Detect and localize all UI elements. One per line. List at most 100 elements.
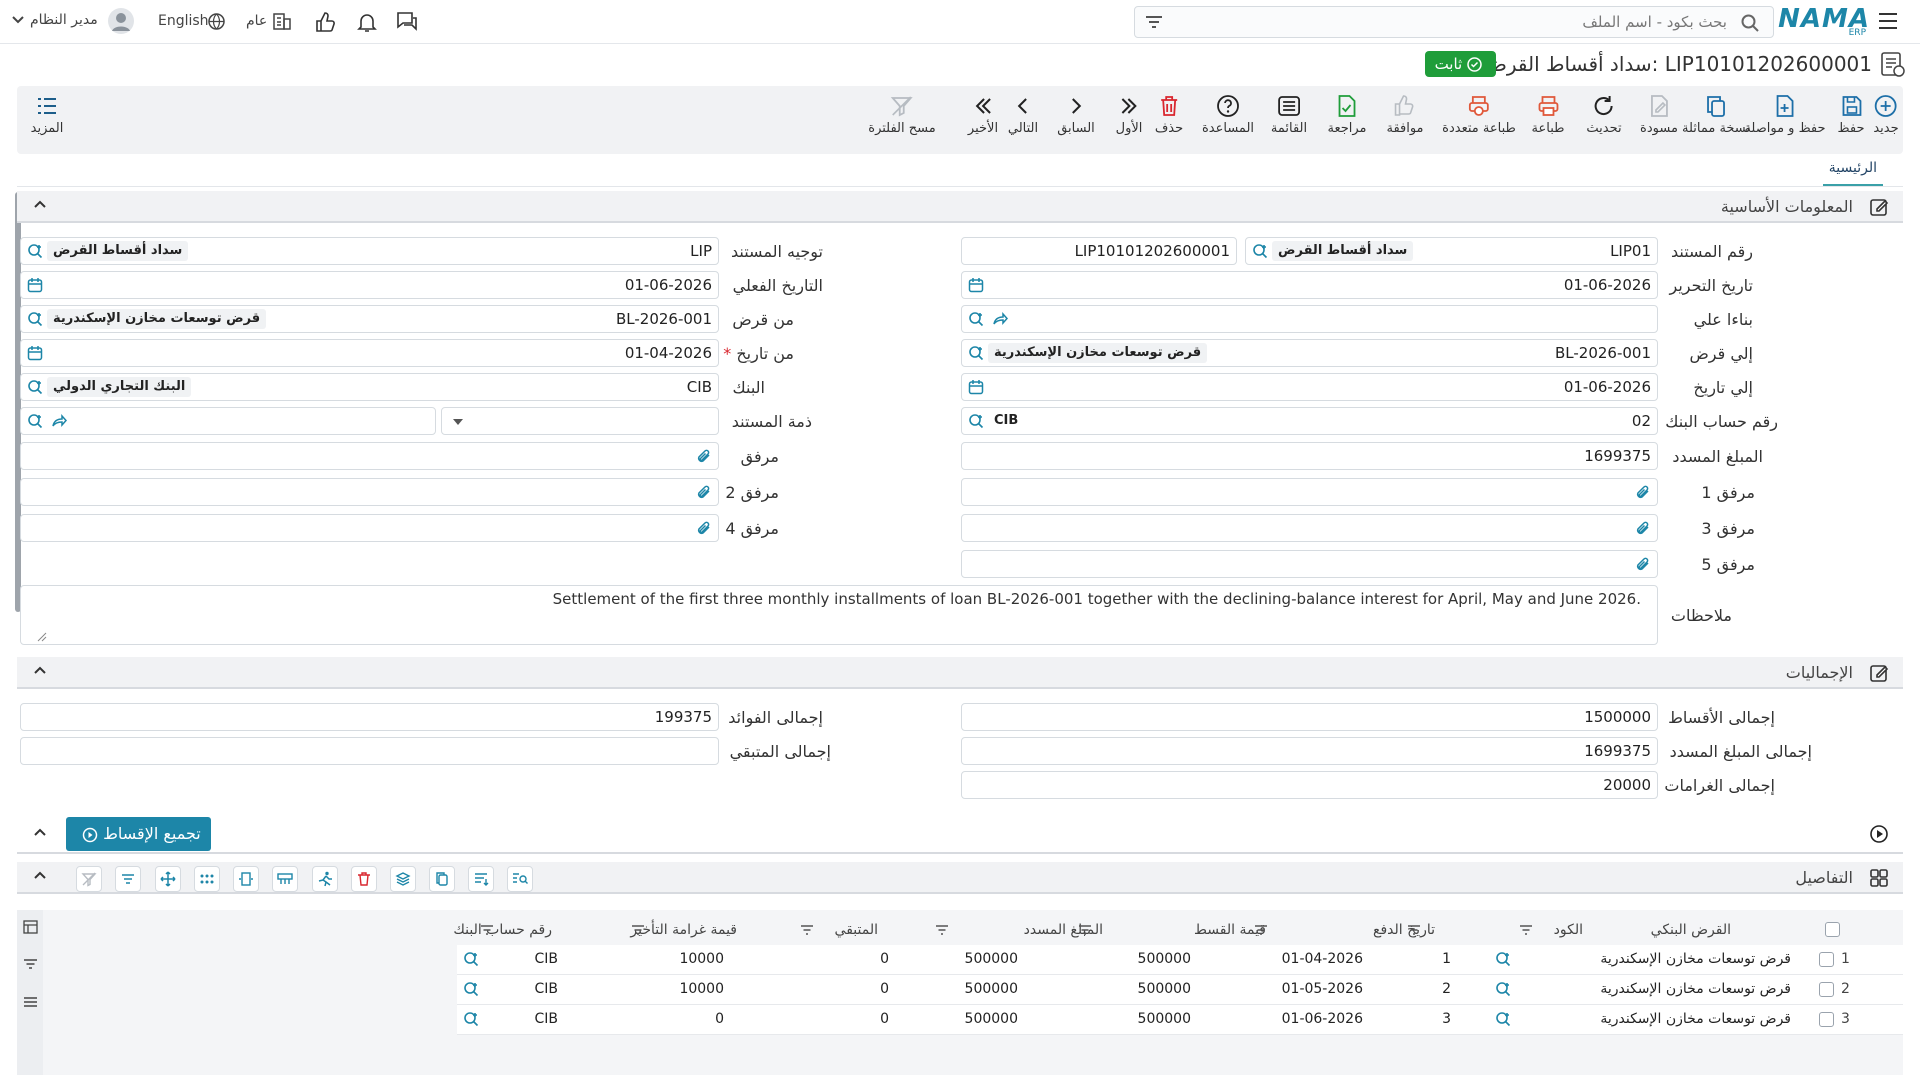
doc-liability-select[interactable]: [441, 407, 719, 435]
actual-date-field[interactable]: 01-06-2026: [20, 271, 719, 299]
new-button[interactable]: جديد: [1873, 94, 1899, 136]
from-date-field[interactable]: 01-04-2026: [20, 339, 719, 367]
approve-button[interactable]: موافقة: [1386, 94, 1424, 136]
thumbs-up-icon[interactable]: [314, 11, 336, 33]
lookup-icon[interactable]: [968, 311, 984, 327]
calendar-icon[interactable]: [968, 379, 984, 395]
help-button[interactable]: المساعدة: [1202, 94, 1254, 136]
paperclip-icon[interactable]: [1635, 520, 1651, 536]
direction-field[interactable]: LIP سداد أقساط القرض: [20, 237, 719, 265]
search-icon[interactable]: [1741, 14, 1759, 32]
resize-handle-icon[interactable]: [37, 632, 47, 642]
user-menu[interactable]: مدير النظام: [12, 8, 134, 36]
share-icon[interactable]: [992, 311, 1008, 327]
filter-icon[interactable]: [115, 866, 141, 892]
account-field[interactable]: 02 CIB: [961, 407, 1658, 435]
chevron-up-icon[interactable]: [33, 826, 47, 838]
attach1-field[interactable]: [961, 478, 1658, 506]
next-button[interactable]: التالي: [1008, 94, 1038, 136]
paid-field[interactable]: 1699375: [961, 442, 1658, 470]
penalties-total-field[interactable]: 20000: [961, 771, 1658, 799]
duplicate-button[interactable]: نسخة مماثلة: [1682, 94, 1750, 136]
lookup-icon[interactable]: [463, 951, 479, 967]
draft-button[interactable]: مسودة: [1640, 94, 1678, 136]
col-header-account[interactable]: رقم حساب البنك: [453, 922, 552, 938]
calendar-icon[interactable]: [27, 345, 43, 361]
paperclip-icon[interactable]: [696, 520, 712, 536]
menu-icon[interactable]: [1878, 12, 1898, 30]
attach2-field[interactable]: [20, 478, 719, 506]
based-on-field[interactable]: [961, 305, 1658, 333]
basic-info-header[interactable]: المعلومات الأساسية: [17, 191, 1903, 223]
move-icon[interactable]: [155, 866, 181, 892]
chevron-up-icon[interactable]: [33, 198, 47, 210]
doc-code-field[interactable]: LIP10101202600001: [961, 237, 1237, 265]
from-loan-field[interactable]: BL-2026-001 قرض توسعات مخازن الإسكندرية: [20, 305, 719, 333]
toolbar-more-button[interactable]: المزيد: [17, 94, 77, 136]
lookup-icon[interactable]: [463, 1011, 479, 1027]
notes-field[interactable]: Settlement of the first three monthly in…: [20, 585, 1658, 645]
chevron-up-icon[interactable]: [33, 664, 47, 676]
paperclip-icon[interactable]: [696, 448, 712, 464]
dots-grid-icon[interactable]: [194, 866, 220, 892]
multi-print-button[interactable]: طباعة متعددة: [1442, 94, 1516, 136]
search-list-icon[interactable]: [507, 866, 533, 892]
fit-columns-icon[interactable]: [233, 866, 259, 892]
bell-icon[interactable]: [356, 11, 378, 33]
lookup-icon[interactable]: [27, 413, 43, 429]
lookup-icon[interactable]: [968, 345, 984, 361]
to-loan-field[interactable]: BL-2026-001 قرض توسعات مخازن الإسكندرية: [961, 339, 1658, 367]
filter-icon[interactable]: [1145, 15, 1163, 29]
table-icon[interactable]: [272, 866, 298, 892]
table-row[interactable]: 3 قرض توسعات مخازن الإسكندرية 3 01-06-20…: [457, 1005, 1903, 1035]
lookup-icon[interactable]: [1252, 243, 1268, 259]
logo[interactable]: NAMA ERP: [1778, 4, 1870, 40]
select-all-checkbox[interactable]: [1825, 922, 1840, 937]
messages-icon[interactable]: [396, 11, 420, 33]
print-button[interactable]: طباعة: [1532, 94, 1564, 136]
list-button[interactable]: القائمة: [1271, 94, 1307, 136]
save-button[interactable]: حفظ: [1838, 94, 1864, 136]
tab-main[interactable]: الرئيسية: [1822, 160, 1883, 186]
bank-field[interactable]: CIB البنك التجاري الدولي: [20, 373, 719, 401]
paid-total-field[interactable]: 1699375: [961, 737, 1658, 765]
paperclip-icon[interactable]: [696, 484, 712, 500]
column-filter-icon[interactable]: [480, 925, 494, 935]
column-filter-icon[interactable]: [1407, 925, 1421, 935]
col-header-date[interactable]: تاريخ الدفع: [1373, 922, 1435, 938]
search-input[interactable]: بحث بكود - اسم الملف: [1134, 6, 1774, 38]
last-button[interactable]: الأخير: [968, 94, 998, 136]
group-installments-button[interactable]: تجميع الإقساط: [66, 817, 211, 851]
attach3-field[interactable]: [961, 514, 1658, 542]
lookup-icon[interactable]: [968, 413, 984, 429]
col-header-loan[interactable]: القرض البنكي: [1651, 922, 1731, 938]
totals-header[interactable]: الإجماليات: [17, 657, 1903, 689]
col-header-penalty[interactable]: قيمة غرامة التأخير: [630, 922, 737, 938]
row-checkbox[interactable]: [1819, 952, 1834, 967]
doc-liability-field[interactable]: [20, 407, 436, 435]
attach5-field[interactable]: [961, 550, 1658, 578]
column-filter-icon[interactable]: [1519, 925, 1533, 935]
column-filter-icon[interactable]: [631, 925, 645, 935]
interest-total-field[interactable]: 199375: [20, 703, 719, 731]
trash-icon[interactable]: [351, 866, 377, 892]
details-header[interactable]: التفاصيل: [17, 862, 1903, 894]
column-filter-icon[interactable]: [1078, 925, 1092, 935]
layers-icon[interactable]: [390, 866, 416, 892]
calendar-icon[interactable]: [27, 277, 43, 293]
col-header-code[interactable]: الكود: [1554, 922, 1583, 938]
lookup-icon[interactable]: [27, 311, 43, 327]
paperclip-icon[interactable]: [1635, 484, 1651, 500]
column-filter-icon[interactable]: [1254, 925, 1268, 935]
column-filter-icon[interactable]: [935, 925, 949, 935]
attach-field[interactable]: [20, 442, 719, 470]
column-filter-icon[interactable]: [800, 925, 814, 935]
filter-icon[interactable]: [23, 958, 38, 970]
row-checkbox[interactable]: [1819, 1012, 1834, 1027]
lookup-icon[interactable]: [1495, 951, 1511, 967]
to-date-field[interactable]: 01-06-2026: [961, 373, 1658, 401]
installments-total-field[interactable]: 1500000: [961, 703, 1658, 731]
remaining-total-field[interactable]: [20, 737, 719, 765]
lookup-icon[interactable]: [463, 981, 479, 997]
save-continue-button[interactable]: حفظ و مواصلة: [1744, 94, 1826, 136]
